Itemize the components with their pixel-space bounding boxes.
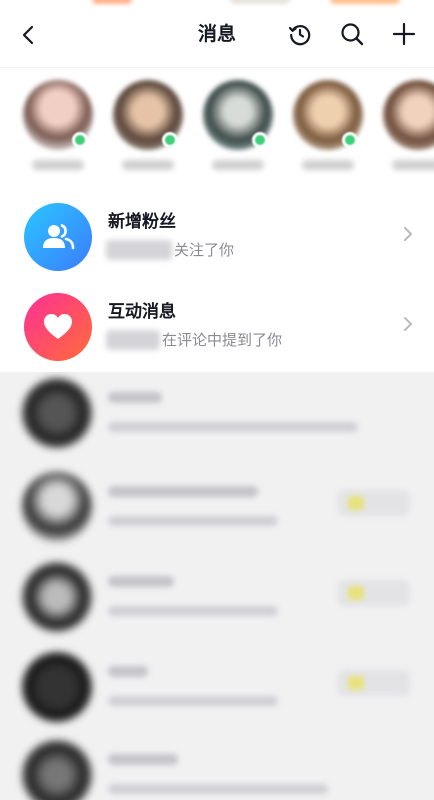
chat-preview (108, 696, 278, 706)
notice-new-followers[interactable]: 新增粉丝 关注了你 (0, 190, 434, 280)
heart-icon (44, 314, 72, 339)
reply-button[interactable] (338, 490, 410, 516)
online-indicator (252, 132, 268, 148)
avatar (22, 378, 92, 448)
friend-avatar[interactable] (200, 80, 276, 180)
list-item[interactable] (0, 556, 434, 642)
list-item[interactable] (0, 372, 434, 458)
history-icon (288, 25, 311, 46)
notice-subtitle: 在评论中提到了你 (162, 331, 283, 349)
blurred-username (106, 330, 160, 350)
avatar (22, 740, 92, 800)
search-icon (341, 23, 364, 46)
avatar (22, 472, 92, 542)
list-item[interactable] (0, 646, 434, 732)
avatar (383, 80, 434, 150)
plus-icon (392, 22, 416, 46)
back-button[interactable] (14, 20, 44, 50)
search-button[interactable] (336, 18, 368, 50)
friend-name (392, 160, 434, 170)
friends-row (0, 68, 434, 186)
interactions-badge (24, 293, 92, 361)
chevron-right-icon (398, 312, 418, 336)
chat-preview (108, 516, 278, 526)
notice-subtitle: 关注了你 (174, 241, 235, 259)
blurred-username (106, 240, 172, 260)
top-nav-bar: 消息 (0, 0, 434, 68)
friend-avatar[interactable] (290, 80, 366, 180)
chat-preview (108, 422, 358, 432)
online-indicator (342, 132, 358, 148)
chat-name (108, 486, 258, 497)
friend-avatar[interactable] (110, 80, 186, 180)
add-button[interactable] (388, 18, 420, 50)
page-title: 消息 (197, 23, 236, 45)
friend-name (302, 160, 354, 170)
notice-interactions[interactable]: 互动消息 在评论中提到了你 (0, 280, 434, 370)
chat-name (108, 666, 148, 677)
chevron-right-icon (398, 222, 418, 246)
list-item[interactable] (0, 466, 434, 552)
avatar (22, 652, 92, 722)
conversation-list (0, 372, 434, 800)
friend-name (122, 160, 174, 170)
notice-title: 互动消息 (108, 302, 176, 322)
friend-name (212, 160, 264, 170)
chat-preview (108, 784, 328, 794)
online-indicator (162, 132, 178, 148)
chevron-left-icon (22, 25, 34, 45)
reply-button[interactable] (338, 580, 410, 606)
online-indicator (72, 132, 88, 148)
friend-avatar[interactable] (20, 80, 96, 180)
chat-name (108, 576, 174, 587)
chat-name (108, 392, 162, 403)
avatar (22, 562, 92, 632)
reply-button[interactable] (338, 670, 410, 696)
friend-name (32, 160, 84, 170)
followers-badge (24, 203, 92, 271)
users-icon (43, 224, 75, 250)
history-button[interactable] (284, 18, 316, 50)
notice-title: 新增粉丝 (108, 212, 176, 232)
chat-name (108, 754, 178, 765)
friend-avatar[interactable] (380, 80, 434, 180)
chat-preview (108, 606, 278, 616)
list-item[interactable] (0, 734, 434, 800)
